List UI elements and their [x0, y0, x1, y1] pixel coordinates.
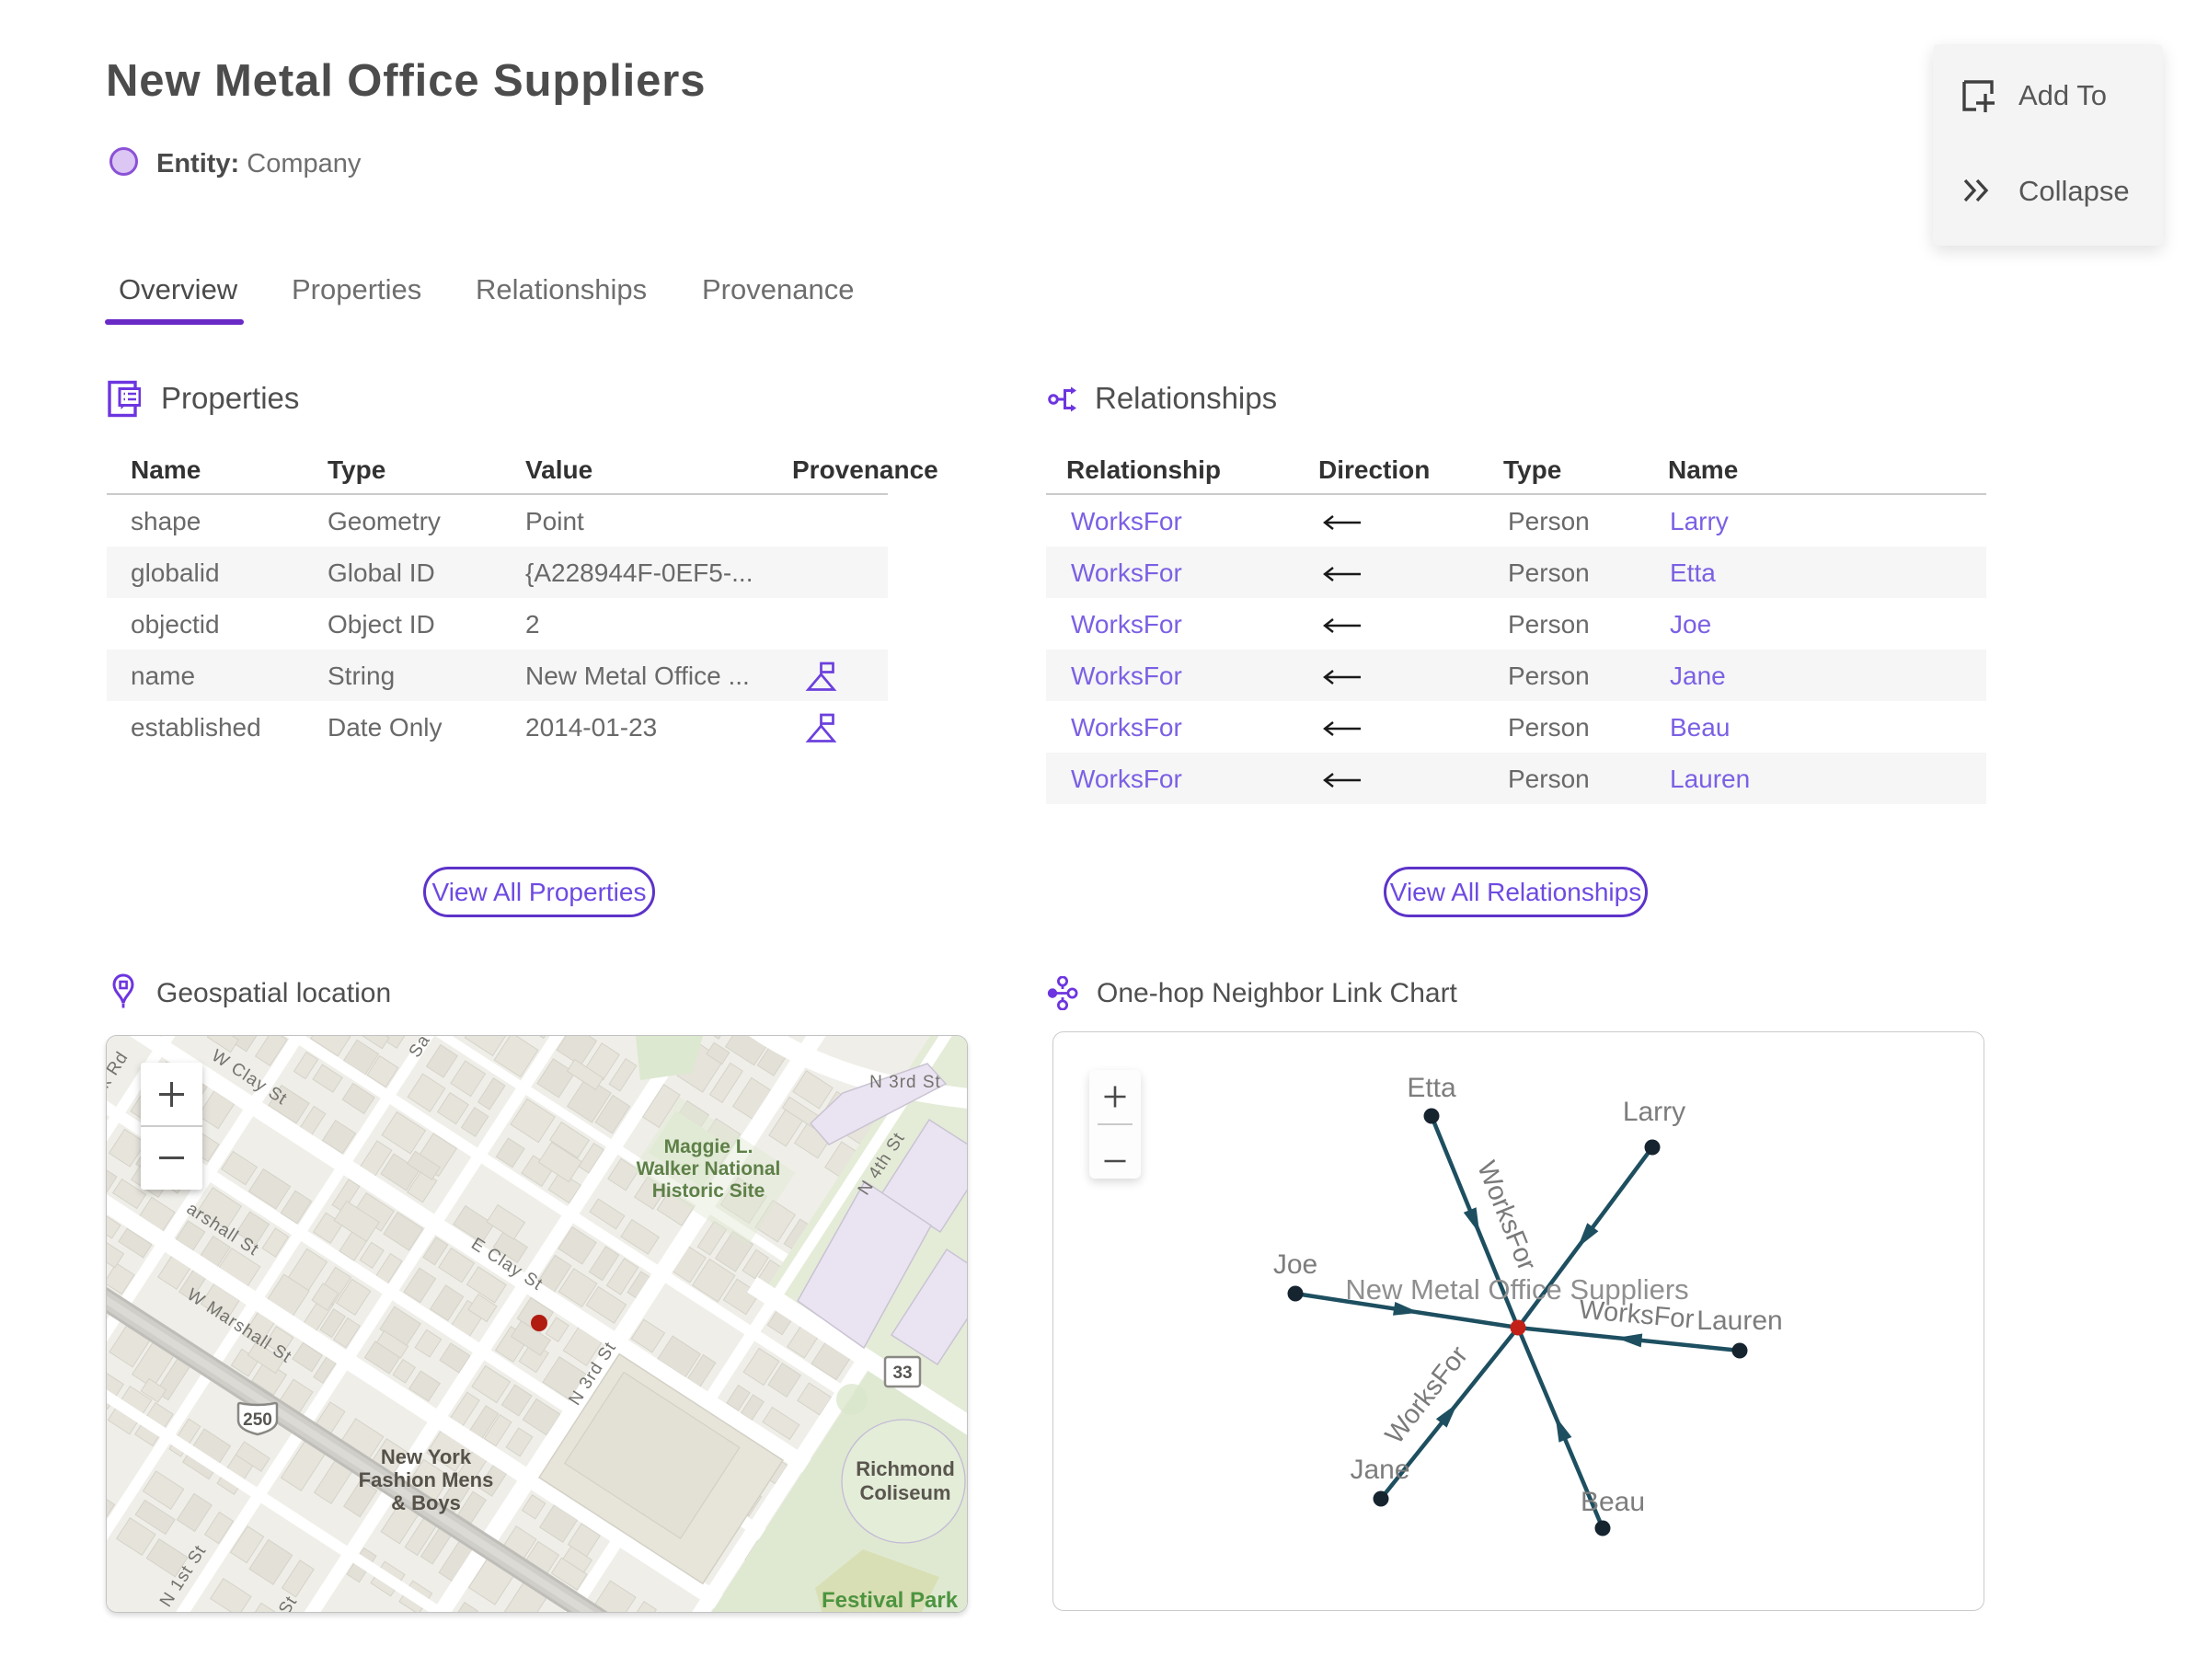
- svg-text:WorksFor: WorksFor: [1471, 1157, 1542, 1275]
- svg-text:Maggie L.: Maggie L.: [664, 1136, 753, 1157]
- svg-text:WorksFor: WorksFor: [1380, 1341, 1474, 1450]
- svg-text:250: 250: [243, 1410, 272, 1430]
- svg-text:& Boys: & Boys: [391, 1491, 461, 1514]
- svg-text:Etta: Etta: [1407, 1073, 1456, 1103]
- svg-text:Joe: Joe: [1273, 1249, 1317, 1280]
- svg-text:Festival Park: Festival Park: [822, 1588, 959, 1613]
- svg-text:N 3rd St: N 3rd St: [869, 1073, 941, 1092]
- svg-text:Fashion Mens: Fashion Mens: [359, 1468, 494, 1491]
- svg-text:Coliseum: Coliseum: [859, 1481, 950, 1504]
- svg-text:Jane: Jane: [1350, 1455, 1409, 1485]
- svg-text:Walker National: Walker National: [637, 1158, 781, 1179]
- svg-text:New York: New York: [381, 1445, 472, 1468]
- svg-text:33: 33: [892, 1364, 912, 1383]
- svg-text:Lauren: Lauren: [1696, 1306, 1782, 1336]
- svg-text:Beau: Beau: [1581, 1487, 1645, 1517]
- svg-text:Richmond: Richmond: [856, 1457, 955, 1480]
- svg-text:Larry: Larry: [1623, 1097, 1685, 1127]
- svg-text:Historic Site: Historic Site: [652, 1180, 765, 1202]
